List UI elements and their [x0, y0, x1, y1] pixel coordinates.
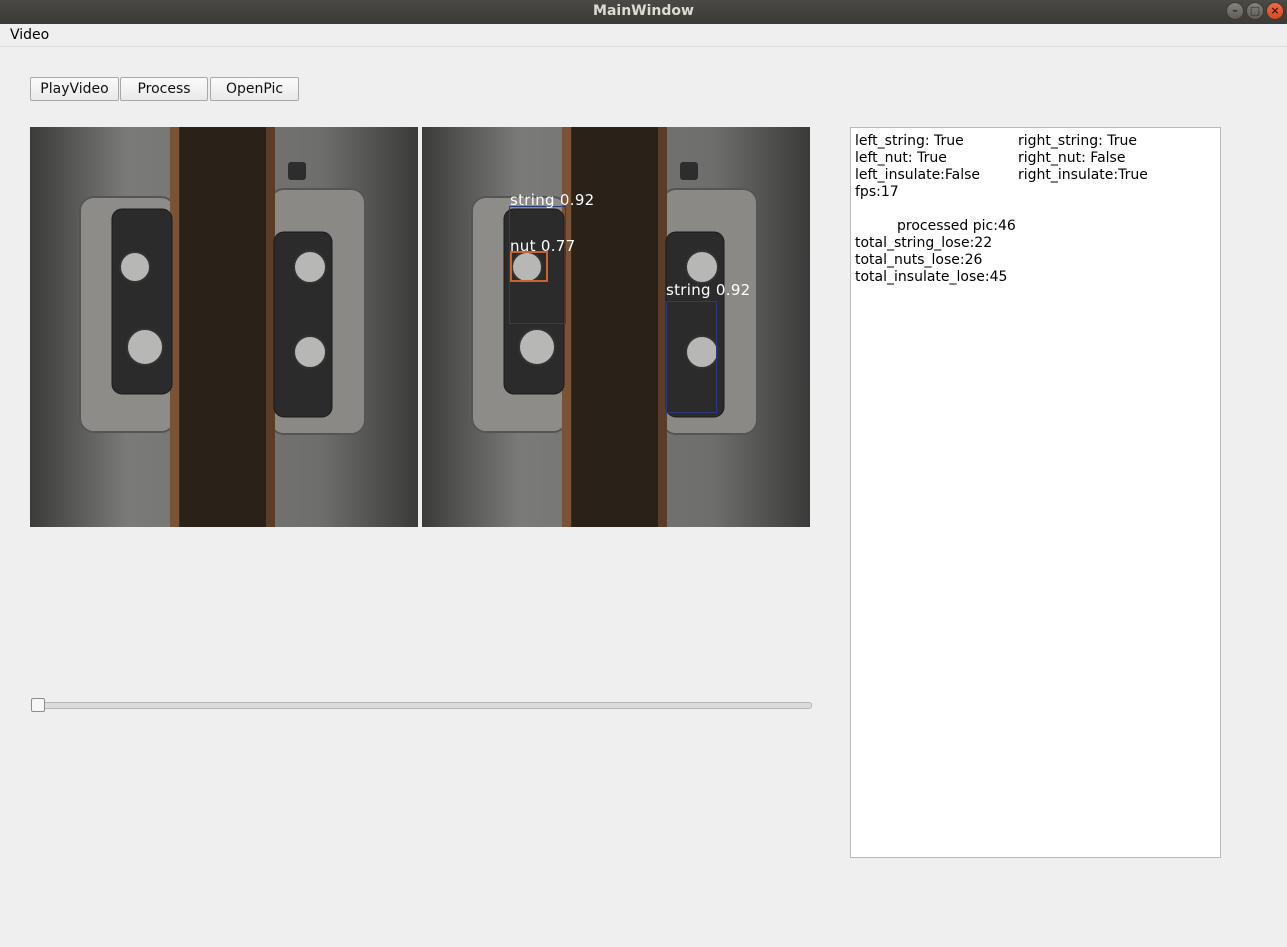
total-string-lose: total_string_lose:22	[855, 235, 993, 251]
processed-image: string 0.92 nut 0.77 string 0.92	[422, 127, 810, 527]
processed-pic-count: processed pic:46	[897, 218, 1016, 234]
process-button[interactable]: Process	[120, 77, 208, 101]
status-panel: left_string: True left_nut: True left_in…	[850, 127, 1221, 858]
detection-box-nut	[510, 251, 548, 282]
video-slider-track[interactable]	[34, 702, 812, 709]
left-nut-status: left_nut: True	[855, 150, 947, 166]
window-title: MainWindow	[593, 3, 694, 19]
right-nut-status: right_nut: False	[1018, 150, 1126, 166]
open-pic-button[interactable]: OpenPic	[210, 77, 299, 101]
play-video-button[interactable]: PlayVideo	[30, 77, 119, 101]
close-icon[interactable]: ×	[1266, 2, 1284, 20]
right-insulate-status: right_insulate:True	[1018, 167, 1148, 183]
total-nuts-lose: total_nuts_lose:26	[855, 252, 983, 268]
minimize-icon[interactable]: –	[1226, 2, 1244, 20]
left-string-status: left_string: True	[855, 133, 964, 149]
title-bar: MainWindow – □ ×	[0, 0, 1287, 24]
menu-bar: Video	[0, 24, 1287, 47]
menu-video[interactable]: Video	[10, 27, 49, 43]
detection-box-string-right	[666, 301, 717, 413]
video-slider-handle[interactable]	[31, 698, 45, 712]
detection-label-nut: nut 0.77	[510, 237, 576, 255]
maximize-icon[interactable]: □	[1246, 2, 1264, 20]
detection-label-string-right: string 0.92	[666, 281, 751, 299]
left-insulate-status: left_insulate:False	[855, 167, 981, 183]
total-insulate-lose: total_insulate_lose:45	[855, 269, 1008, 285]
detection-label-string-left: string 0.92	[510, 191, 595, 209]
original-image	[30, 127, 418, 527]
right-string-status: right_string: True	[1018, 133, 1137, 149]
fps-readout: fps:17	[855, 184, 899, 200]
